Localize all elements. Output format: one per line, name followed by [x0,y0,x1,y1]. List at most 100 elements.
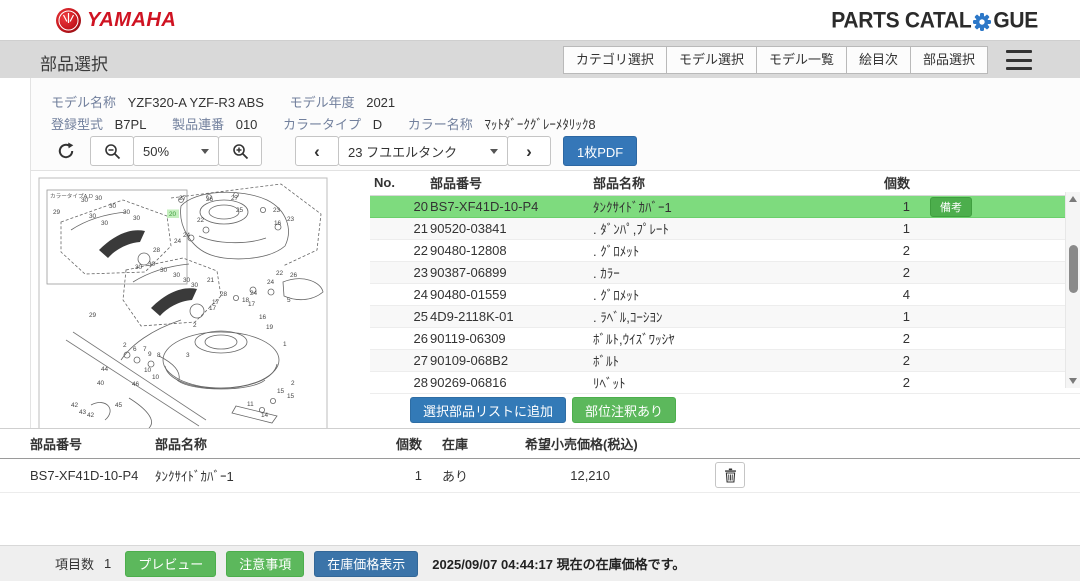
next-figure-button[interactable]: › [507,136,551,166]
cell-name: . ｸﾞﾛﾒｯﾄ [593,241,868,260]
delete-button[interactable] [715,462,745,488]
prev-figure-button[interactable]: ‹ [295,136,339,166]
svg-text:46: 46 [132,381,140,388]
parts-table-row[interactable]: 25 4D9-2118K-01 . ﾗﾍﾞﾙ,ｺｰｼﾖﾝ 1 [370,306,1080,328]
svg-text:2: 2 [291,380,295,387]
menu-icon[interactable] [1006,50,1032,70]
scroll-up-icon[interactable] [1069,196,1077,202]
cell-price: 12,210 [510,468,650,483]
svg-text:10: 10 [144,367,152,374]
cell-no: 24 [370,287,430,302]
color-name-label: カラー名称 [408,117,473,132]
figure-select[interactable]: 23 フユエルタンク [338,136,508,166]
figure-select-value: 23 フユエルタンク [348,142,457,161]
product-seq-label: 製品連番 [172,117,224,132]
svg-text:23: 23 [273,207,281,214]
svg-text:24: 24 [250,290,258,297]
svg-text:21: 21 [207,277,215,284]
add-to-list-button[interactable]: 選択部品リストに追加 [410,397,566,423]
parts-table-header: No. 部品番号 部品名称 個数 [370,170,1080,196]
part-note-button[interactable]: 部位注釈あり [572,397,676,423]
reg-type-value: B7PL [115,117,147,132]
col-stock: 在庫 [430,434,510,453]
preview-button[interactable]: プレビュー [125,551,216,577]
item-count-label: 項目数 [55,554,94,573]
scrollbar-thumb[interactable] [1069,245,1078,293]
parts-table-row[interactable]: 26 90119-06309 ﾎﾞﾙﾄ,ｳｲｽﾞﾜｯｼﾔ 2 [370,328,1080,350]
page-title: 部品選択 [40,50,108,75]
model-info-row-1: モデル名称 YZF320-A YZF-R3 ABS モデル年度 2021 [51,92,417,111]
nav-model-select[interactable]: モデル選択 [666,46,757,74]
parts-table-row[interactable]: 24 90480-01559 . ｸﾞﾛﾒｯﾄ 4 [370,284,1080,306]
svg-text:3: 3 [186,352,190,359]
refresh-icon [56,141,76,161]
scroll-down-icon[interactable] [1069,378,1077,384]
zoom-in-button[interactable] [218,136,262,166]
zoom-out-button[interactable] [90,136,134,166]
cell-no: 27 [370,353,430,368]
top-header: YAMAHA PARTS CATAL GUE [0,0,1080,40]
parts-table-row[interactable]: 28 90269-06816 ﾘﾍﾞｯﾄ 2 [370,372,1080,394]
cell-qty: 2 [868,265,910,280]
model-info-section: モデル名称 YZF320-A YZF-R3 ABS モデル年度 2021 登録型… [30,78,1080,170]
nav-figure-index[interactable]: 絵目次 [846,46,911,74]
svg-text:5: 5 [287,297,291,304]
nav-model-list[interactable]: モデル一覧 [756,46,847,74]
svg-text:28: 28 [220,291,228,298]
parts-table-row[interactable]: 20 BS7-XF41D-10-P4 ﾀﾝｸｻｲﾄﾞｶﾊﾞｰ1 1 備考 [370,196,1080,218]
svg-text:27: 27 [231,195,239,202]
svg-text:44: 44 [101,366,109,373]
cell-part-no: 90520-03841 [430,221,593,236]
cell-qty: 4 [868,287,910,302]
table-scrollbar[interactable] [1065,192,1080,388]
cell-qty: 2 [868,243,910,258]
svg-text:16: 16 [259,314,267,321]
svg-text:26: 26 [290,272,298,279]
svg-text:10: 10 [152,374,160,381]
selected-table-body: BS7-XF41D-10-P4 ﾀﾝｸｻｲﾄﾞｶﾊﾞｰ1 1 あり 12,210 [0,459,1080,493]
col-part-no: 部品番号 [430,173,593,192]
model-info-row-2: 登録型式 B7PL 製品連番 010 カラータイプ D カラー名称 ﾏｯﾄﾀﾞｰ… [51,114,618,133]
svg-text:27: 27 [179,195,187,202]
svg-text:15: 15 [277,388,285,395]
footer-bar: 項目数 1 プレビュー 注意事項 在庫価格表示 2025/09/07 04:44… [0,545,1080,581]
cell-no: 20 [370,199,430,214]
notes-button[interactable]: 注意事項 [226,551,304,577]
parts-table-row[interactable]: 27 90109-068B2 ﾎﾞﾙﾄ 2 [370,350,1080,372]
svg-text:30: 30 [133,215,141,222]
svg-text:6: 6 [133,346,137,353]
pdf-button[interactable]: 1枚PDF [563,136,637,166]
parts-diagram[interactable]: カラータイプA,D [30,170,370,428]
svg-text:30: 30 [95,195,103,202]
cell-no: 23 [370,265,430,280]
cell-no: 22 [370,243,430,258]
zoom-level-select[interactable]: 50% [133,136,219,166]
svg-text:30: 30 [148,261,156,268]
product-seq-value: 010 [236,117,258,132]
svg-text:15: 15 [287,393,295,400]
selected-table-row: BS7-XF41D-10-P4 ﾀﾝｸｻｲﾄﾞｶﾊﾞｰ1 1 あり 12,210 [0,459,1080,493]
cell-no: 28 [370,375,430,390]
col-part-no: 部品番号 [30,434,155,453]
remark-button[interactable]: 備考 [930,197,972,217]
cell-qty: 2 [868,331,910,346]
svg-text:24: 24 [267,279,275,286]
parts-table-row[interactable]: 22 90480-12808 . ｸﾞﾛﾒｯﾄ 2 [370,240,1080,262]
gear-icon [972,12,992,32]
item-count-value: 1 [104,556,111,571]
parts-table-row[interactable]: 23 90387-06899 . ｶﾗｰ 2 [370,262,1080,284]
svg-text:26: 26 [206,196,214,203]
nav-category-select[interactable]: カテゴリ選択 [563,46,667,74]
brand-text: YAMAHA [87,9,176,32]
model-year-value: 2021 [366,95,395,110]
svg-text:17: 17 [209,305,217,312]
col-name: 部品名称 [155,434,390,453]
svg-text:1: 1 [283,341,287,348]
refresh-button[interactable] [51,136,81,166]
svg-text:30: 30 [135,264,143,271]
zoom-in-icon [232,143,249,160]
parts-table-row[interactable]: 21 90520-03841 . ﾀﾞﾝﾊﾟ,ﾌﾟﾚｰﾄ 1 [370,218,1080,240]
nav-parts-select[interactable]: 部品選択 [910,46,988,74]
svg-text:30: 30 [109,203,117,210]
stock-price-button[interactable]: 在庫価格表示 [314,551,418,577]
